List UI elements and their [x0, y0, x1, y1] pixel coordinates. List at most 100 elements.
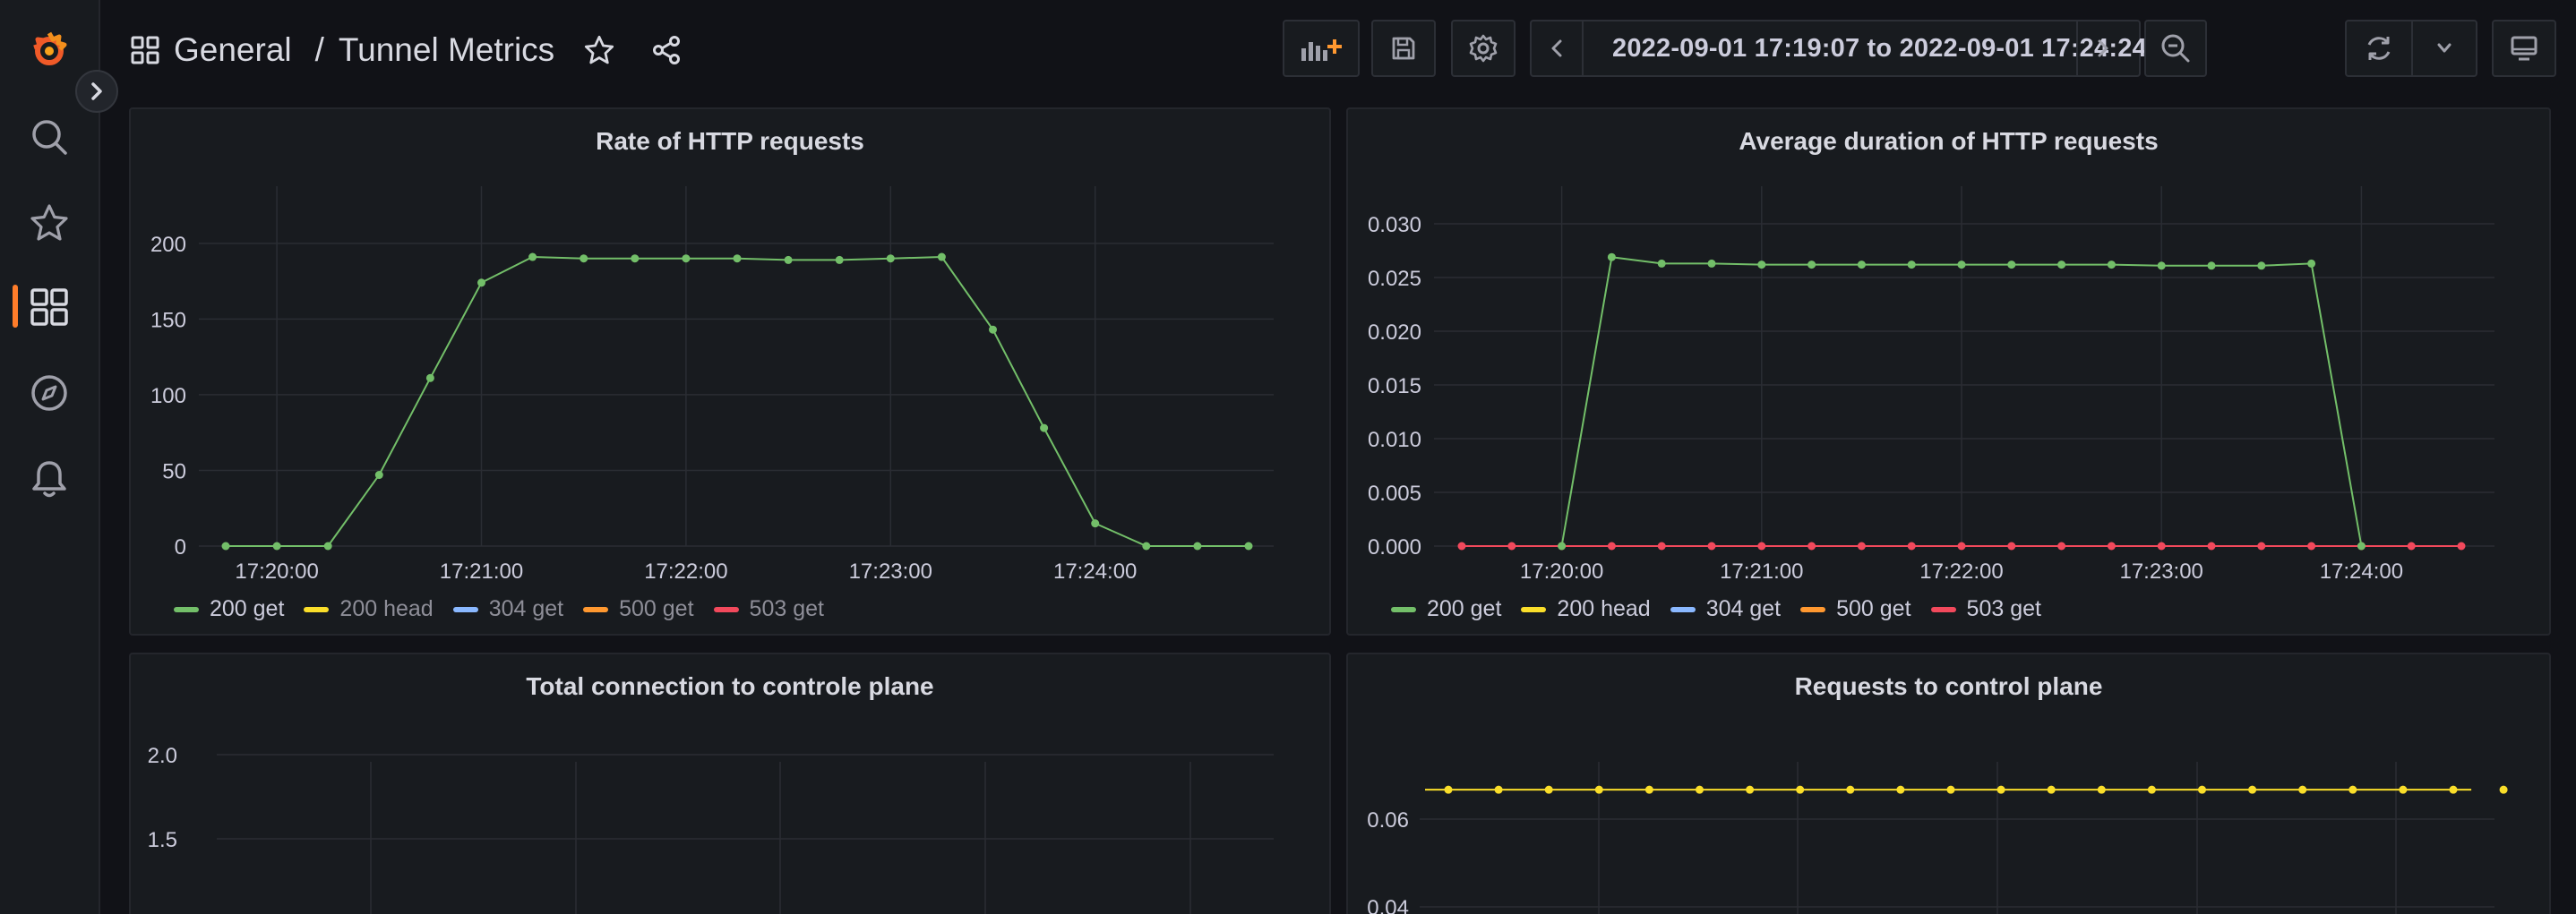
dashboards-grid-icon: [131, 36, 159, 64]
panel-avg-duration-http-requests[interactable]: Average duration of HTTP requests 0.000 0…: [1346, 107, 2551, 636]
y-tick-label: 0.015: [1368, 374, 1421, 398]
data-point: [1594, 785, 1603, 794]
x-tick-label: 17:22:00: [1919, 560, 2003, 584]
data-point: [1607, 252, 1616, 261]
time-forward-button[interactable]: [2076, 21, 2128, 75]
y-tick-label: 0.04: [1367, 896, 1409, 914]
x-tick-label: 17:20:00: [235, 560, 318, 584]
gear-icon: [1469, 34, 1498, 63]
save-dashboard-button[interactable]: [1371, 20, 1436, 77]
data-point: [1857, 542, 1866, 551]
x-tick-label: 17:24:00: [2320, 560, 2403, 584]
panel-requests-control-plane[interactable]: Requests to control plane 0.06 0.04: [1346, 653, 2551, 914]
panel-rate-http-requests[interactable]: Rate of HTTP requests 0 50 100 150 200 17:20:…: [129, 107, 1331, 636]
data-point: [937, 252, 946, 261]
avg-duration-chart: 0.000 0.005 0.010 0.015 0.020 0.025 0.030 17:20…: [1368, 186, 2494, 584]
time-picker[interactable]: 2022-09-01 17:19:07 to 2022-09-01 17:24:…: [1530, 20, 2147, 77]
data-point: [631, 254, 640, 263]
alerting-icon[interactable]: [21, 451, 77, 507]
data-point: [2007, 261, 2016, 269]
expand-sidebar-button[interactable]: [75, 70, 118, 113]
legend-label: 503 get: [1966, 596, 2041, 621]
y-tick-label: 50: [162, 459, 186, 483]
legend-label: 304 get: [488, 596, 564, 621]
data-point: [1040, 423, 1049, 432]
tv-mode-button[interactable]: [2492, 20, 2556, 77]
zoom-out-button[interactable]: [2144, 20, 2207, 77]
y-tick-label: 150: [150, 308, 186, 332]
legend-item[interactable]: 500 get: [583, 596, 694, 622]
search-icon[interactable]: [21, 109, 77, 165]
data-point: [2449, 785, 2458, 794]
y-tick-label: 0.000: [1368, 535, 1421, 560]
legend-item[interactable]: 503 get: [713, 596, 824, 622]
legend-swatch: [583, 606, 609, 612]
rate-http-requests-chart: 0 50 100 150 200 17:20:00 17:21:00 17:22:00 17:2…: [150, 186, 1274, 584]
legend-label: 503 get: [749, 596, 824, 621]
refresh-button[interactable]: [2347, 21, 2413, 75]
legend-label: 500 get: [619, 596, 694, 621]
legend-item[interactable]: 200 get: [1391, 596, 1501, 622]
data-point: [1907, 542, 1916, 551]
data-point: [1907, 261, 1916, 269]
dashboard-settings-button[interactable]: [1451, 20, 1516, 77]
data-point: [2307, 259, 2316, 268]
dashboard-title[interactable]: Tunnel Metrics: [339, 31, 554, 69]
legend-item[interactable]: 304 get: [452, 596, 564, 622]
star-dashboard-button[interactable]: [583, 35, 615, 65]
share-dashboard-button[interactable]: [651, 35, 682, 65]
dashboards-icon[interactable]: [21, 279, 77, 335]
legend-item[interactable]: 503 get: [1930, 596, 2041, 622]
add-panel-button[interactable]: [1283, 20, 1360, 77]
y-tick-label: 0.020: [1368, 320, 1421, 345]
panel-total-connection-control-plane[interactable]: Total connection to controle plane 2.0 1.…: [129, 653, 1331, 914]
time-back-button[interactable]: [1532, 21, 1584, 75]
legend-item[interactable]: 304 get: [1670, 596, 1781, 622]
time-range-button[interactable]: 2022-09-01 17:19:07 to 2022-09-01 17:24:…: [1584, 34, 2147, 64]
data-point: [1896, 785, 1905, 794]
data-point: [2207, 261, 2216, 270]
data-point: [1657, 542, 1666, 551]
y-tick-label: 2.0: [148, 744, 177, 768]
y-tick-label: 100: [150, 384, 186, 408]
data-point: [1457, 542, 1466, 551]
legend-label: 500 get: [1836, 596, 1911, 621]
grafana-logo-icon[interactable]: [21, 21, 77, 77]
explore-icon[interactable]: [21, 365, 77, 421]
legend-swatch: [452, 606, 478, 612]
data-point: [2107, 542, 2116, 551]
data-point: [835, 255, 844, 264]
data-point: [528, 252, 537, 261]
data-point: [2307, 542, 2316, 551]
data-point: [1544, 785, 1553, 794]
data-point: [1707, 542, 1716, 551]
refresh-picker[interactable]: [2345, 20, 2477, 77]
data-point: [2157, 261, 2166, 270]
legend-item[interactable]: 200 get: [174, 596, 284, 622]
refresh-interval-dropdown[interactable]: [2413, 21, 2476, 75]
zoom-out-icon: [2161, 34, 2190, 63]
sidebar: [0, 0, 100, 914]
data-point: [1558, 542, 1567, 551]
data-point: [2499, 785, 2508, 794]
y-tick-label: 1.5: [148, 828, 177, 852]
legend: 200 get 200 head 304 get 500 get 503 get: [174, 596, 824, 622]
legend-swatch: [304, 606, 330, 612]
folder-link[interactable]: General: [174, 31, 292, 69]
data-point: [2157, 542, 2166, 551]
y-tick-label: 200: [150, 233, 186, 257]
data-point: [1507, 542, 1516, 551]
x-tick-label: 17:21:00: [440, 560, 523, 584]
starred-icon[interactable]: [21, 195, 77, 251]
legend-item[interactable]: 500 get: [1800, 596, 1911, 622]
data-point: [1946, 785, 1955, 794]
data-point: [323, 542, 332, 551]
legend-item[interactable]: 200 head: [1521, 596, 1651, 622]
legend-swatch: [713, 606, 739, 612]
y-tick-label: 0.030: [1368, 213, 1421, 237]
data-point: [2457, 542, 2466, 551]
data-point: [1957, 542, 1966, 551]
legend-item[interactable]: 200 head: [304, 596, 434, 622]
data-point: [2057, 542, 2066, 551]
data-point: [1444, 785, 1453, 794]
